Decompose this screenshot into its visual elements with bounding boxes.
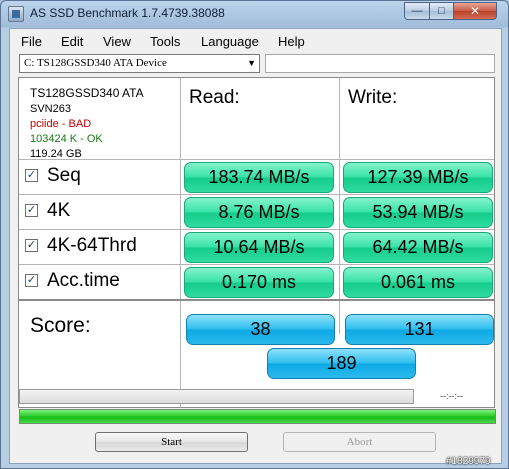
column-divider	[339, 78, 340, 334]
app-icon	[8, 6, 24, 22]
menu-help[interactable]: Help	[278, 34, 305, 49]
menu-bar: File Edit View Tools Language Help	[10, 31, 501, 51]
maximize-button[interactable]: □	[429, 2, 454, 20]
driver-status: pciide - BAD	[30, 118, 92, 130]
menu-tools[interactable]: Tools	[150, 34, 180, 49]
menu-file[interactable]: File	[21, 34, 42, 49]
client-area: File Edit View Tools Language Help C: TS…	[9, 28, 502, 464]
row-divider	[19, 229, 494, 230]
write-header: Write:	[348, 87, 398, 108]
abort-button[interactable]: Abort	[283, 432, 436, 452]
4k-read-value: 8.76 MB/s	[184, 197, 334, 228]
drive-size: 119.24 GB	[30, 148, 82, 160]
drive-model: TS128GSSD340 ATA	[30, 86, 144, 100]
minimize-button[interactable]: —	[404, 2, 430, 20]
drive-extra-field	[265, 54, 495, 73]
4k-checkbox[interactable]: ✓	[25, 204, 38, 217]
4k-label: 4K	[47, 200, 71, 221]
watermark: #1829979	[446, 456, 491, 467]
seq-label: Seq	[47, 165, 81, 186]
row-divider	[19, 194, 494, 195]
score-total: 189	[267, 348, 416, 379]
total-progress-bar	[19, 409, 496, 424]
score-divider	[19, 299, 494, 301]
acctime-checkbox[interactable]: ✓	[25, 274, 38, 287]
start-button[interactable]: Start	[95, 432, 248, 452]
app-window: AS SSD Benchmark 1.7.4739.38088 — □ ✕ Fi…	[0, 0, 509, 469]
results-grid: TS128GSSD340 ATA SVN263 pciide - BAD 103…	[18, 77, 495, 408]
drive-select-value: C: TS128GSSD340 ATA Device	[24, 57, 167, 69]
4k64-read-value: 10.64 MB/s	[184, 232, 334, 263]
test-progress-bar	[19, 389, 414, 404]
score-write: 131	[345, 314, 494, 345]
drive-select[interactable]: C: TS128GSSD340 ATA Device ▼	[19, 54, 260, 73]
acctime-write-value: 0.061 ms	[343, 267, 493, 298]
acctime-label: Acc.time	[47, 270, 120, 291]
acctime-read-value: 0.170 ms	[184, 267, 334, 298]
score-read: 38	[186, 314, 335, 345]
close-button[interactable]: ✕	[453, 2, 497, 20]
column-divider	[180, 78, 181, 408]
alignment-status: 103424 K - OK	[30, 133, 103, 145]
total-progress-fill	[20, 410, 495, 423]
menu-language[interactable]: Language	[201, 34, 259, 49]
read-header: Read:	[189, 87, 240, 108]
chevron-down-icon[interactable]: ▼	[247, 55, 256, 72]
seq-write-value: 127.39 MB/s	[343, 162, 493, 193]
score-label: Score:	[30, 314, 91, 337]
seq-checkbox[interactable]: ✓	[25, 169, 38, 182]
seq-read-value: 183.74 MB/s	[184, 162, 334, 193]
menu-view[interactable]: View	[103, 34, 131, 49]
title-bar[interactable]: AS SSD Benchmark 1.7.4739.38088 — □ ✕	[1, 1, 509, 28]
4k64-write-value: 64.42 MB/s	[343, 232, 493, 263]
window-title: AS SSD Benchmark 1.7.4739.38088	[30, 6, 225, 20]
row-divider	[19, 264, 494, 265]
drive-firmware: SVN263	[30, 103, 71, 115]
row-divider	[19, 159, 494, 160]
elapsed-time: --:--:--	[440, 391, 463, 401]
4k64-label: 4K-64Thrd	[47, 235, 137, 256]
4k-write-value: 53.94 MB/s	[343, 197, 493, 228]
4k64-checkbox[interactable]: ✓	[25, 239, 38, 252]
menu-edit[interactable]: Edit	[61, 34, 83, 49]
